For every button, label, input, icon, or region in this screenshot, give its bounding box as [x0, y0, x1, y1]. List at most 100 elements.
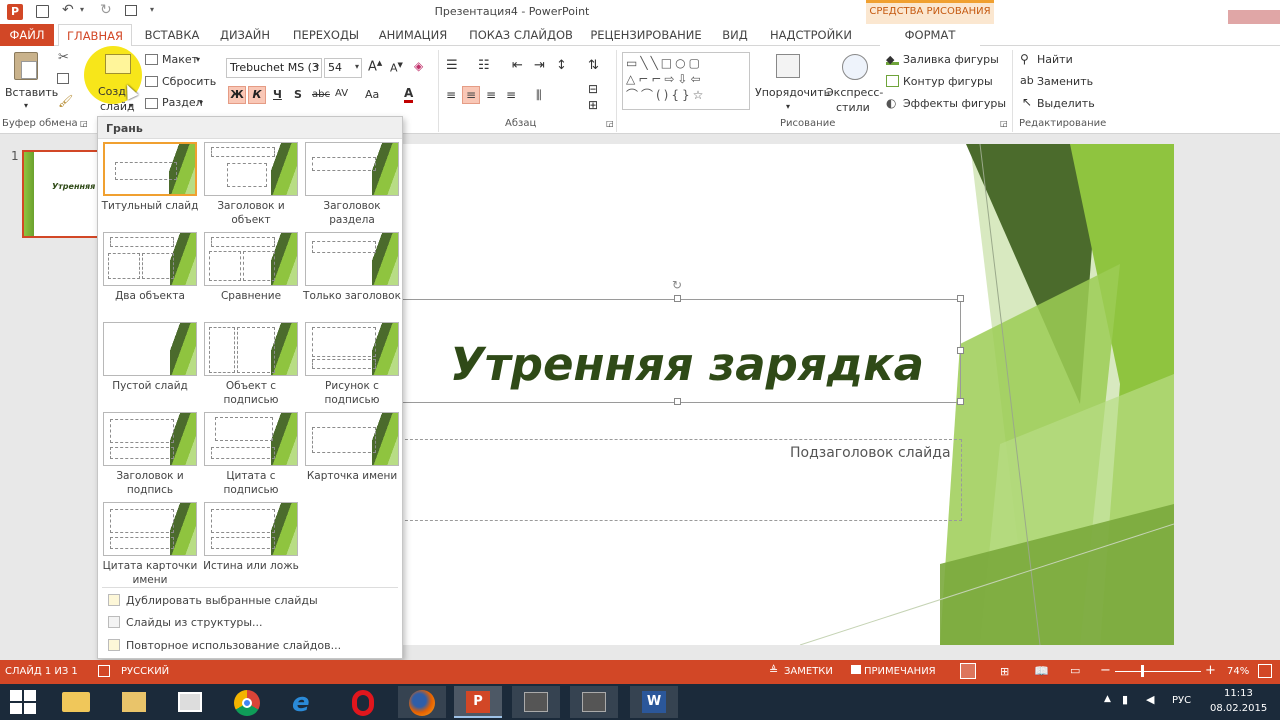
- columns-icon[interactable]: ⫼: [536, 88, 542, 103]
- new-slide-dropdown-icon[interactable]: ▾: [129, 101, 133, 110]
- layout-thumbnail[interactable]: [204, 322, 298, 376]
- rotate-handle-icon[interactable]: ↻: [672, 278, 682, 292]
- arrange-icon[interactable]: [776, 54, 800, 78]
- slide-title[interactable]: Утренняя зарядка: [450, 338, 924, 391]
- arrange-dropdown-icon[interactable]: ▾: [786, 102, 790, 111]
- keyboard-language[interactable]: РУС: [1172, 695, 1191, 706]
- shape-outline-icon[interactable]: [886, 75, 899, 87]
- slide-counter[interactable]: СЛАЙД 1 ИЗ 1: [5, 666, 78, 677]
- shape-effects-icon[interactable]: ◐: [886, 96, 896, 110]
- format-painter-icon[interactable]: 🖌: [58, 94, 73, 108]
- paste-dropdown-icon[interactable]: ▾: [24, 101, 28, 110]
- spellcheck-icon[interactable]: [98, 665, 110, 677]
- clock-date[interactable]: 08.02.2015: [1210, 703, 1267, 714]
- zoom-in-icon[interactable]: +: [1205, 663, 1216, 678]
- text-direction-icon[interactable]: ⇅: [588, 58, 599, 73]
- layout-thumbnail[interactable]: [204, 232, 298, 286]
- justify-icon[interactable]: ≡: [506, 88, 516, 102]
- shape-effects-button[interactable]: Эффекты фигуры: [903, 97, 1006, 110]
- clear-format-icon[interactable]: ◈: [414, 59, 423, 73]
- font-name-dropdown-icon[interactable]: ▾: [315, 62, 319, 71]
- layout-button[interactable]: Макет: [162, 53, 198, 66]
- tab-home[interactable]: ГЛАВНАЯ: [58, 24, 132, 47]
- resize-handle[interactable]: [674, 398, 681, 405]
- section-dropdown-icon[interactable]: ▾: [199, 98, 203, 107]
- layout-dropdown-icon[interactable]: ▾: [196, 55, 200, 64]
- firefox-icon[interactable]: [398, 686, 446, 718]
- layout-thumbnail[interactable]: [204, 502, 298, 556]
- layout-thumbnail[interactable]: [103, 232, 197, 286]
- duplicate-slides-item[interactable]: Дублировать выбранные слайды: [108, 592, 318, 610]
- reset-button[interactable]: Сбросить: [162, 75, 216, 88]
- arrange-button[interactable]: Упорядочить: [755, 86, 830, 99]
- resize-handle[interactable]: [957, 295, 964, 302]
- zoom-slider-thumb[interactable]: [1141, 665, 1144, 677]
- chrome-icon[interactable]: [224, 686, 272, 718]
- shrink-font-icon[interactable]: A▼: [390, 61, 403, 75]
- notes-button[interactable]: ЗАМЕТКИ: [784, 666, 833, 677]
- file-explorer-icon[interactable]: [52, 686, 100, 718]
- slide-sorter-icon[interactable]: ⊞: [1000, 665, 1009, 678]
- tab-format[interactable]: ФОРМАТ: [880, 24, 980, 46]
- tab-slide-show[interactable]: ПОКАЗ СЛАЙДОВ: [462, 24, 580, 46]
- slide-canvas[interactable]: ↻ Утренняя зарядка Подзаголовок слайда: [380, 144, 1174, 645]
- select-icon[interactable]: ↖: [1022, 95, 1032, 109]
- line-spacing-icon[interactable]: ↕: [556, 58, 567, 73]
- align-center-icon[interactable]: ≡: [462, 86, 480, 104]
- paste-button[interactable]: Вставить: [5, 86, 58, 99]
- grow-font-icon[interactable]: A▲: [368, 59, 382, 74]
- font-color-icon[interactable]: A: [404, 86, 414, 103]
- zoom-level[interactable]: 74%: [1227, 666, 1249, 677]
- network-icon[interactable]: ▮: [1122, 693, 1128, 706]
- shape-outline-button[interactable]: Контур фигуры: [903, 75, 993, 88]
- reading-view-icon[interactable]: 📖: [1034, 664, 1049, 678]
- reuse-slides-item[interactable]: Повторное использование слайдов...: [108, 637, 341, 655]
- fit-slide-icon[interactable]: [1258, 664, 1272, 678]
- tab-animations[interactable]: АНИМАЦИЯ: [372, 24, 454, 46]
- start-button[interactable]: [10, 690, 36, 714]
- layout-thumbnail[interactable]: [305, 142, 399, 196]
- app-taskbar-icon-2[interactable]: [570, 686, 618, 718]
- find-button[interactable]: Найти: [1037, 53, 1073, 66]
- slide-show-icon[interactable]: ▭: [1070, 664, 1080, 677]
- replace-button[interactable]: Заменить: [1037, 75, 1093, 88]
- align-right-icon[interactable]: ≡: [486, 88, 496, 102]
- app-taskbar-icon[interactable]: [512, 686, 560, 718]
- font-size-dropdown-icon[interactable]: ▾: [355, 62, 359, 71]
- zoom-out-icon[interactable]: −: [1100, 663, 1111, 678]
- quick-styles-icon[interactable]: [842, 54, 868, 80]
- normal-view-icon[interactable]: [960, 663, 976, 679]
- increase-indent-icon[interactable]: ⇥: [534, 58, 545, 73]
- resize-handle[interactable]: [674, 295, 681, 302]
- comments-button[interactable]: ПРИМЕЧАНИЯ: [864, 666, 936, 677]
- quick-styles-label-2[interactable]: стили: [836, 101, 870, 114]
- italic-button[interactable]: К: [248, 86, 266, 104]
- cut-icon[interactable]: ✂: [58, 50, 69, 65]
- replace-icon[interactable]: ab: [1020, 74, 1034, 87]
- font-size-combo[interactable]: 54 ▾: [324, 58, 362, 78]
- image-viewer-icon[interactable]: [166, 686, 214, 718]
- zoom-slider[interactable]: [1115, 671, 1201, 672]
- paste-icon[interactable]: [14, 52, 38, 80]
- layout-thumbnail[interactable]: [204, 412, 298, 466]
- opera-icon[interactable]: [340, 686, 388, 718]
- quick-styles-label-1[interactable]: Экспресс-: [826, 86, 883, 99]
- shapes-gallery[interactable]: ▭╲╲□○▢ △⌐⌐⇨⇩⇦ ⌒⌒(){}☆: [622, 52, 750, 110]
- strikethrough-button[interactable]: S: [294, 88, 302, 101]
- align-text-icon[interactable]: ⊟: [588, 82, 598, 96]
- layout-thumbnail[interactable]: [204, 142, 298, 196]
- tab-design[interactable]: ДИЗАЙН: [212, 24, 278, 46]
- new-slide-icon[interactable]: [105, 54, 131, 74]
- slides-from-outline-item[interactable]: Слайды из структуры...: [108, 614, 263, 632]
- layout-thumbnail[interactable]: [103, 412, 197, 466]
- layout-thumbnail[interactable]: [305, 412, 399, 466]
- smartart-icon[interactable]: ⊞: [588, 98, 598, 112]
- char-spacing-button[interactable]: AV: [335, 88, 348, 99]
- layout-thumbnail[interactable]: [305, 232, 399, 286]
- bullets-icon[interactable]: ☰: [446, 58, 458, 73]
- align-left-icon[interactable]: ≡: [446, 88, 456, 102]
- tab-transitions[interactable]: ПЕРЕХОДЫ: [284, 24, 368, 46]
- font-name-combo[interactable]: Trebuchet MS (З ▾: [226, 58, 322, 78]
- internet-explorer-icon[interactable]: e: [282, 686, 330, 718]
- section-button[interactable]: Раздел: [162, 96, 203, 109]
